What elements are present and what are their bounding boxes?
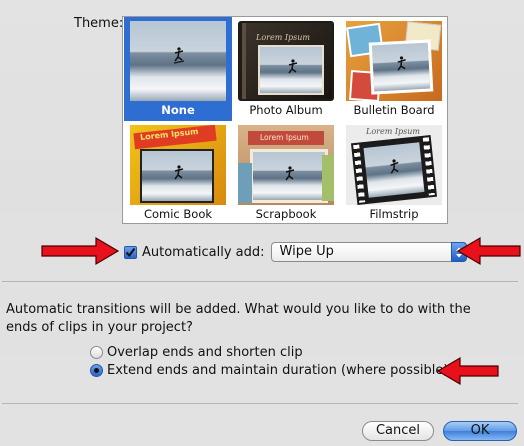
radio-button[interactable] — [90, 346, 103, 359]
surfer-icon — [285, 166, 295, 181]
theme-tile-none[interactable]: None — [124, 17, 232, 121]
radio-label: Extend ends and maintain duration (where… — [107, 363, 449, 378]
lorem-ipsum-text: Lorem Ipsum — [366, 127, 420, 136]
theme-label: Theme: — [74, 16, 124, 31]
theme-thumbnail: Lorem Ipsum — [238, 21, 334, 101]
radio-overlap[interactable]: Overlap ends and shorten clip — [90, 345, 303, 360]
lorem-ipsum-text: Lorem Ipsum — [256, 33, 310, 42]
surfer-icon — [174, 47, 184, 64]
red-left-arrow-icon — [436, 356, 499, 386]
ok-button[interactable]: OK — [443, 421, 517, 441]
red-right-arrow-icon — [41, 236, 120, 266]
transition-popup[interactable]: Wipe Up — [270, 242, 467, 262]
transition-popup-value: Wipe Up — [279, 244, 334, 259]
dialog-sheet: Theme: None Lorem Ipsum Photo Album Bull… — [0, 0, 524, 446]
radio-extend[interactable]: Extend ends and maintain duration (where… — [90, 363, 448, 378]
theme-tile-filmstrip[interactable]: Lorem Ipsum Filmstrip — [340, 121, 448, 225]
theme-thumbnail — [346, 21, 442, 101]
theme-thumbnail — [130, 21, 226, 101]
divider — [2, 281, 518, 282]
auto-add-row: Automatically add: Wipe Up — [124, 241, 467, 263]
theme-thumbnail: Lorem Ipsum — [346, 125, 442, 205]
theme-thumbnail: Lorem Ipsum — [238, 125, 334, 205]
theme-tile-scrapbook[interactable]: Lorem Ipsum Scrapbook — [232, 121, 340, 225]
auto-add-checkbox[interactable] — [124, 245, 137, 259]
theme-tile-label: None — [161, 103, 195, 117]
theme-thumbnail: Lorem Ipsum — [130, 125, 226, 205]
theme-tile-label: Bulletin Board — [353, 103, 435, 117]
theme-tile-photo-album[interactable]: Lorem Ipsum Photo Album — [232, 17, 340, 121]
divider — [2, 403, 518, 404]
theme-tile-comic-book[interactable]: Lorem Ipsum Comic Book — [124, 121, 232, 225]
theme-tile-label: Comic Book — [143, 207, 213, 221]
theme-grid: None Lorem Ipsum Photo Album Bulletin Bo… — [122, 16, 448, 224]
theme-tile-label: Filmstrip — [369, 207, 419, 221]
theme-tile-label: Scrapbook — [255, 207, 317, 221]
red-left-arrow-icon — [456, 236, 521, 266]
surfer-icon — [174, 165, 184, 180]
checkmark-icon — [125, 247, 136, 257]
radio-button[interactable] — [90, 364, 103, 377]
lorem-ipsum-text: Lorem Ipsum — [260, 133, 309, 142]
surfer-icon — [397, 56, 406, 71]
surfer-icon — [390, 159, 399, 174]
theme-tile-bulletin-board[interactable]: Bulletin Board — [340, 17, 448, 121]
theme-tile-label: Photo Album — [249, 103, 323, 117]
transitions-description: Automatic transitions will be added. Wha… — [6, 302, 471, 335]
cancel-button[interactable]: Cancel — [362, 421, 434, 441]
radio-label: Overlap ends and shorten clip — [107, 345, 303, 360]
surfer-icon — [288, 59, 298, 74]
auto-add-label: Automatically add: — [142, 244, 265, 260]
